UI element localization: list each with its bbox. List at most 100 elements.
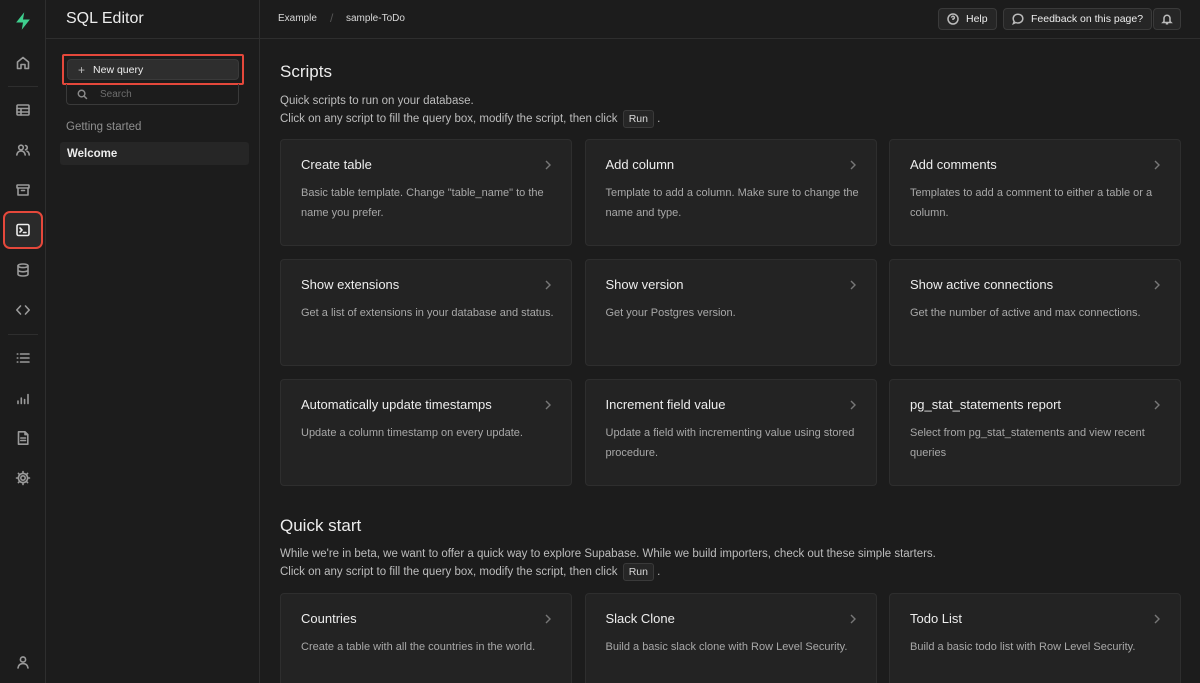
sidebar-item-welcome[interactable]: Welcome: [60, 142, 249, 165]
run-kbd: Run: [622, 110, 654, 128]
table-editor-icon[interactable]: [5, 93, 41, 127]
storage-icon[interactable]: [5, 173, 41, 207]
plus-icon: +: [78, 62, 86, 77]
quickstart-desc-line2: Click on any script to fill the query bo…: [280, 566, 618, 578]
group-label-getting-started: Getting started: [66, 121, 142, 133]
sidebar-divider: [46, 38, 260, 39]
supabase-logo-icon[interactable]: [5, 4, 41, 38]
api-code-icon[interactable]: [5, 293, 41, 327]
chevron-right-icon: [1153, 277, 1161, 290]
chevron-right-icon: [1153, 611, 1161, 624]
search-input[interactable]: Search: [66, 84, 239, 105]
card-title: Increment field value: [605, 397, 726, 412]
card-title: Show extensions: [301, 277, 400, 292]
script-card[interactable]: Automatically update timestamps Update a …: [280, 379, 572, 486]
chevron-right-icon: [544, 277, 552, 290]
database-icon[interactable]: [5, 253, 41, 287]
quickstart-card[interactable]: Countries Create a table with all the cou…: [280, 593, 572, 683]
card-description: Template to add a column. Make sure to c…: [605, 187, 859, 219]
bell-icon: [1161, 14, 1173, 25]
script-card[interactable]: Show version Get your Postgres version.: [584, 259, 877, 366]
quickstart-card[interactable]: Todo List Build a basic todo list with Ro…: [889, 593, 1181, 683]
settings-gear-icon[interactable]: [5, 461, 41, 495]
script-card[interactable]: Increment field value Update a field with…: [584, 379, 877, 486]
scripts-desc-line2: Click on any script to fill the query bo…: [280, 113, 618, 125]
card-title: Show version: [605, 277, 684, 292]
script-card[interactable]: Show extensions Get a list of extensions …: [280, 259, 572, 366]
script-card[interactable]: pg_stat_statements report Select from pg_…: [889, 379, 1181, 486]
feedback-button[interactable]: Feedback on this page?: [1003, 8, 1153, 30]
home-icon[interactable]: [5, 46, 41, 80]
breadcrumb-separator: /: [330, 11, 334, 25]
card-description: Templates to add a comment to either a t…: [910, 187, 1153, 219]
top-header: Example / sample-ToDo Help Feedback on t…: [260, 0, 1200, 39]
rail-divider: [8, 334, 38, 335]
card-description: Build a basic slack clone with Row Level…: [605, 641, 848, 653]
main-content: Scripts Quick scripts to run on your dat…: [260, 40, 1200, 683]
chevron-right-icon: [849, 611, 857, 624]
chevron-right-icon: [544, 397, 552, 410]
feedback-label: Feedback on this page?: [1031, 13, 1144, 25]
search-placeholder: Search: [100, 88, 132, 100]
message-bubble-icon: [1012, 13, 1024, 25]
chevron-right-icon: [849, 277, 857, 290]
scripts-desc-line2-wrap: Click on any script to fill the query bo…: [280, 110, 660, 128]
help-label: Help: [966, 13, 988, 25]
script-card[interactable]: Create table Basic table template. Change…: [280, 139, 572, 246]
script-card[interactable]: Add column Template to add a column. Make…: [584, 139, 877, 246]
card-description: Create a table with all the countries in…: [301, 641, 536, 653]
quickstart-card[interactable]: Slack Clone Build a basic slack clone wit…: [584, 593, 877, 683]
reports-chart-icon[interactable]: [5, 381, 41, 415]
card-title: Automatically update timestamps: [301, 397, 492, 412]
card-title: Add column: [605, 157, 675, 172]
new-query-label: New query: [93, 63, 144, 76]
scripts-heading: Scripts: [280, 62, 332, 81]
card-title: Create table: [301, 157, 372, 172]
quickstart-desc-line1: While we're in beta, we want to offer a …: [280, 548, 936, 560]
breadcrumb-organization[interactable]: Example: [278, 13, 317, 24]
quickstart-heading: Quick start: [280, 516, 362, 535]
card-description: Update a column timestamp on every updat…: [301, 427, 523, 439]
scripts-desc-trailing: .: [657, 113, 661, 125]
quickstart-desc-line2-wrap: Click on any script to fill the query bo…: [280, 563, 936, 581]
card-title: pg_stat_statements report: [910, 397, 1062, 412]
chevron-right-icon: [544, 611, 552, 624]
help-circle-icon: [947, 13, 959, 25]
quickstart-desc-trailing: .: [657, 566, 661, 578]
search-icon: [77, 89, 88, 99]
run-kbd: Run: [622, 563, 654, 581]
card-description: Basic table template. Change "table_name…: [301, 187, 544, 219]
sql-editor-sidebar: SQL Editor + New query Search Getting st…: [46, 0, 260, 683]
script-card[interactable]: Add comments Templates to add a comment t…: [889, 139, 1181, 246]
card-title: Show active connections: [910, 277, 1054, 292]
breadcrumb-project[interactable]: sample-ToDo: [346, 13, 405, 24]
docs-icon[interactable]: [5, 421, 41, 455]
script-card[interactable]: Show active connections Get the number of…: [889, 259, 1181, 366]
new-query-button[interactable]: + New query: [67, 59, 239, 80]
logs-list-icon[interactable]: [5, 341, 41, 375]
card-title: Add comments: [910, 157, 997, 172]
sql-editor-icon[interactable]: [3, 211, 43, 249]
icon-rail: [0, 0, 46, 683]
card-description: Get a list of extensions in your databas…: [301, 307, 554, 319]
chevron-right-icon: [1153, 157, 1161, 170]
quickstart-description: While we're in beta, we want to offer a …: [280, 546, 936, 581]
card-description: Select from pg_stat_statements and view …: [910, 427, 1145, 459]
scripts-desc-line1: Quick scripts to run on your database.: [280, 95, 474, 107]
profile-user-icon[interactable]: [5, 645, 41, 679]
card-title: Countries: [301, 611, 357, 626]
card-title: Slack Clone: [605, 611, 675, 626]
chevron-right-icon: [849, 157, 857, 170]
auth-users-icon[interactable]: [5, 133, 41, 167]
rail-divider: [8, 86, 38, 87]
notifications-button[interactable]: [1153, 8, 1181, 30]
sidebar-title: SQL Editor: [66, 10, 144, 27]
new-query-highlight: + New query: [62, 54, 244, 85]
card-description: Build a basic todo list with Row Level S…: [910, 641, 1136, 653]
card-description: Get the number of active and max connect…: [910, 307, 1141, 319]
card-description: Update a field with incrementing value u…: [605, 427, 855, 459]
help-button[interactable]: Help: [938, 8, 997, 30]
card-description: Get your Postgres version.: [605, 307, 736, 319]
chevron-right-icon: [849, 397, 857, 410]
card-title: Todo List: [910, 611, 963, 626]
